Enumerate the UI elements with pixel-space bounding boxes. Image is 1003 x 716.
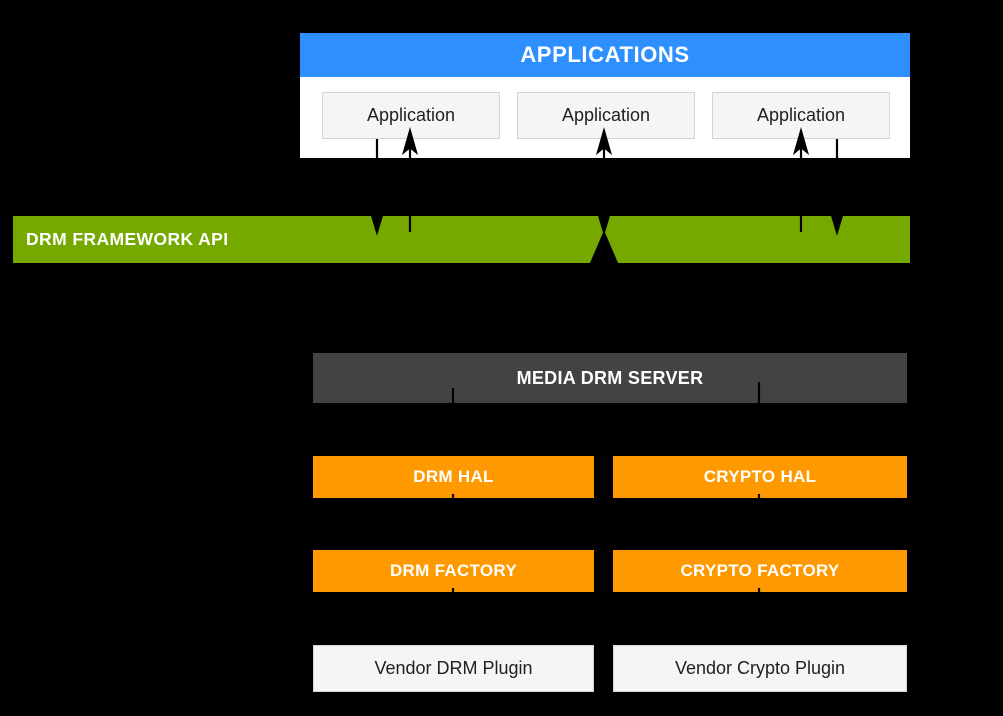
vendor-drm-plugin-box: Vendor DRM Plugin: [313, 645, 594, 692]
application-box-1: Application: [322, 92, 500, 139]
drm-hal-box: DRM HAL: [313, 456, 594, 498]
crypto-factory-box: CRYPTO FACTORY: [613, 550, 907, 592]
media-drm-server-box: MEDIA DRM SERVER: [313, 353, 907, 403]
applications-header: APPLICATIONS: [300, 33, 910, 77]
vendor-crypto-plugin-box: Vendor Crypto Plugin: [613, 645, 907, 692]
crypto-hal-box: CRYPTO HAL: [613, 456, 907, 498]
drm-framework-api-band: DRM FRAMEWORK API: [13, 216, 910, 263]
drm-factory-box: DRM FACTORY: [313, 550, 594, 592]
application-box-2: Application: [517, 92, 695, 139]
application-box-3: Application: [712, 92, 890, 139]
drm-architecture-diagram: APPLICATIONS Application Application App…: [0, 0, 1003, 716]
